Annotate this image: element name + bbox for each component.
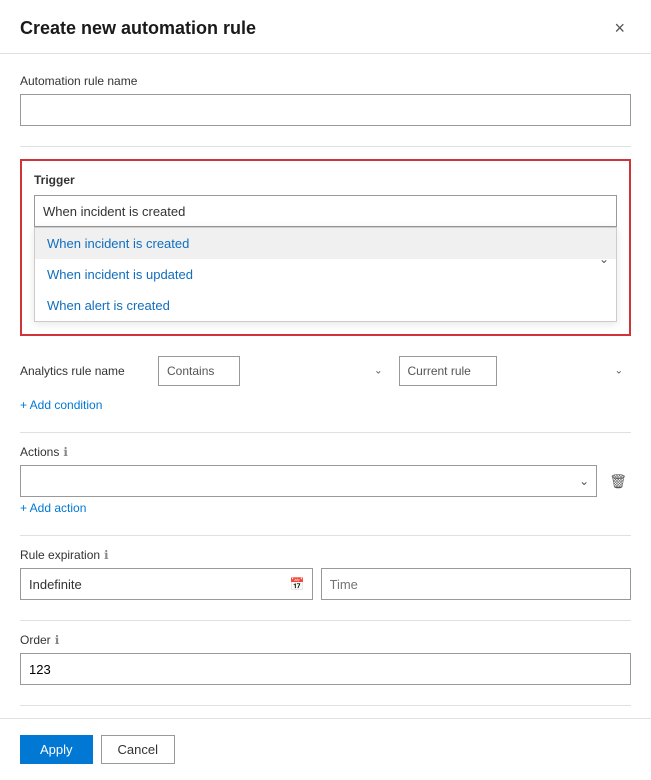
dialog-title: Create new automation rule [20, 18, 256, 39]
condition-value-wrap: Current rule ⌄ [399, 356, 632, 386]
automation-rule-name-input[interactable] [20, 94, 631, 126]
action-row-1: ⌄ 🗑 [20, 465, 631, 497]
delete-action-button[interactable]: 🗑 [605, 469, 631, 494]
expiration-date-wrap: 📅 [20, 568, 313, 600]
divider-2 [20, 432, 631, 433]
order-label: Order ℹ [20, 633, 631, 647]
automation-rule-name-group: Automation rule name [20, 74, 631, 126]
condition-operator-chevron-icon: ⌄ [374, 366, 382, 377]
actions-section: Actions ℹ ⌄ 🗑 + Add action [20, 445, 631, 515]
condition-operator-select[interactable]: Contains [158, 356, 240, 386]
expiration-date-input[interactable] [20, 568, 313, 600]
create-automation-rule-dialog: Create new automation rule × Automation … [0, 0, 651, 780]
divider-3 [20, 535, 631, 536]
trigger-selected-value: When incident is created [43, 204, 185, 219]
condition-operator-wrap: Contains ⌄ [158, 356, 391, 386]
order-group: Order ℹ [20, 633, 631, 685]
actions-info-icon: ℹ [63, 445, 68, 459]
apply-button[interactable]: Apply [20, 735, 93, 764]
rule-expiration-info-icon: ℹ [104, 548, 109, 562]
divider-1 [20, 146, 631, 147]
automation-rule-name-label: Automation rule name [20, 74, 631, 88]
divider-5 [20, 705, 631, 706]
trigger-option-2[interactable]: When incident is updated [35, 259, 616, 290]
trigger-section: Trigger When incident is created ⌄ When … [20, 159, 631, 336]
condition-row-1: Analytics rule name Contains ⌄ Current r… [20, 356, 631, 386]
divider-4 [20, 620, 631, 621]
trigger-select-display[interactable]: When incident is created ⌄ [34, 195, 617, 227]
order-info-icon: ℹ [55, 633, 60, 647]
dialog-footer: Apply Cancel [0, 718, 651, 780]
trigger-select-wrapper: When incident is created ⌄ When incident… [34, 195, 617, 322]
rule-expiration-row: 📅 [20, 568, 631, 600]
add-action-button[interactable]: + Add action [20, 501, 86, 515]
trigger-option-3[interactable]: When alert is created [35, 290, 616, 321]
rule-expiration-group: Rule expiration ℹ 📅 [20, 548, 631, 600]
dialog-body: Automation rule name Trigger When incide… [0, 54, 651, 718]
trigger-dropdown-menu: When incident is created When incident i… [34, 227, 617, 322]
trigger-label: Trigger [34, 173, 617, 187]
action-select-wrap: ⌄ [20, 465, 597, 497]
conditions-group: Analytics rule name Contains ⌄ Current r… [20, 356, 631, 412]
dialog-header: Create new automation rule × [0, 0, 651, 54]
order-input[interactable] [20, 653, 631, 685]
rule-expiration-label: Rule expiration ℹ [20, 548, 631, 562]
expiration-time-input[interactable] [321, 568, 632, 600]
condition-value-select[interactable]: Current rule [399, 356, 497, 386]
condition-label: Analytics rule name [20, 364, 150, 378]
condition-value-chevron-icon: ⌄ [615, 366, 623, 377]
trigger-option-1[interactable]: When incident is created [35, 228, 616, 259]
close-button[interactable]: × [608, 16, 631, 41]
add-condition-button[interactable]: + Add condition [20, 398, 102, 412]
cancel-button[interactable]: Cancel [101, 735, 175, 764]
actions-label: Actions ℹ [20, 445, 631, 459]
action-select[interactable] [20, 465, 597, 497]
